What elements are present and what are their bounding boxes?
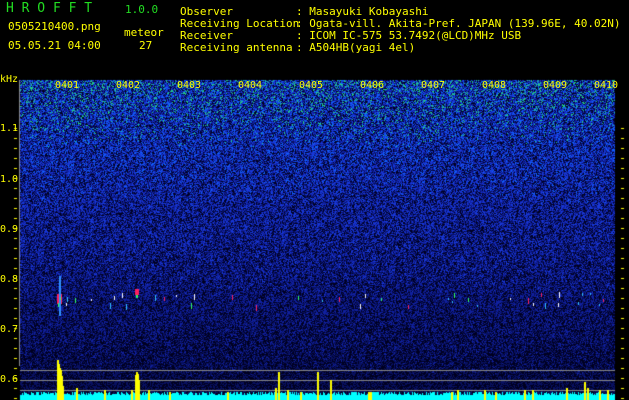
y-tick: 0.8	[0, 274, 19, 285]
datetime: 05.05.21 04:00	[8, 39, 101, 52]
x-tick: 0407	[421, 80, 446, 91]
y-axis-unit: kHz	[0, 74, 19, 85]
x-tick: 0404	[238, 80, 263, 91]
meteor-label: meteor	[124, 26, 164, 39]
x-tick: 0405	[299, 80, 324, 91]
x-tick: 0408	[482, 80, 507, 91]
x-tick: 0406	[360, 80, 385, 91]
app-title: H R O F F T	[6, 1, 93, 16]
info-antenna: Receiving antenna: A504HB(yagi 4el)	[180, 41, 416, 54]
y-tick: 1.0	[0, 174, 19, 185]
x-tick: 0410	[594, 80, 619, 91]
x-tick: 0402	[116, 80, 141, 91]
file-name: 0505210400.png	[8, 20, 101, 33]
spectrogram	[0, 0, 629, 400]
x-tick: 0403	[177, 80, 202, 91]
y-tick: 0.6	[0, 374, 19, 385]
x-tick: 0401	[55, 80, 80, 91]
x-tick: 0409	[543, 80, 568, 91]
y-tick: 0.9	[0, 224, 19, 235]
app-version: 1.0.0	[125, 3, 159, 16]
meteor-count: 27	[139, 39, 153, 52]
y-tick: 0.7	[0, 324, 19, 335]
y-tick: 1.1	[0, 123, 19, 134]
